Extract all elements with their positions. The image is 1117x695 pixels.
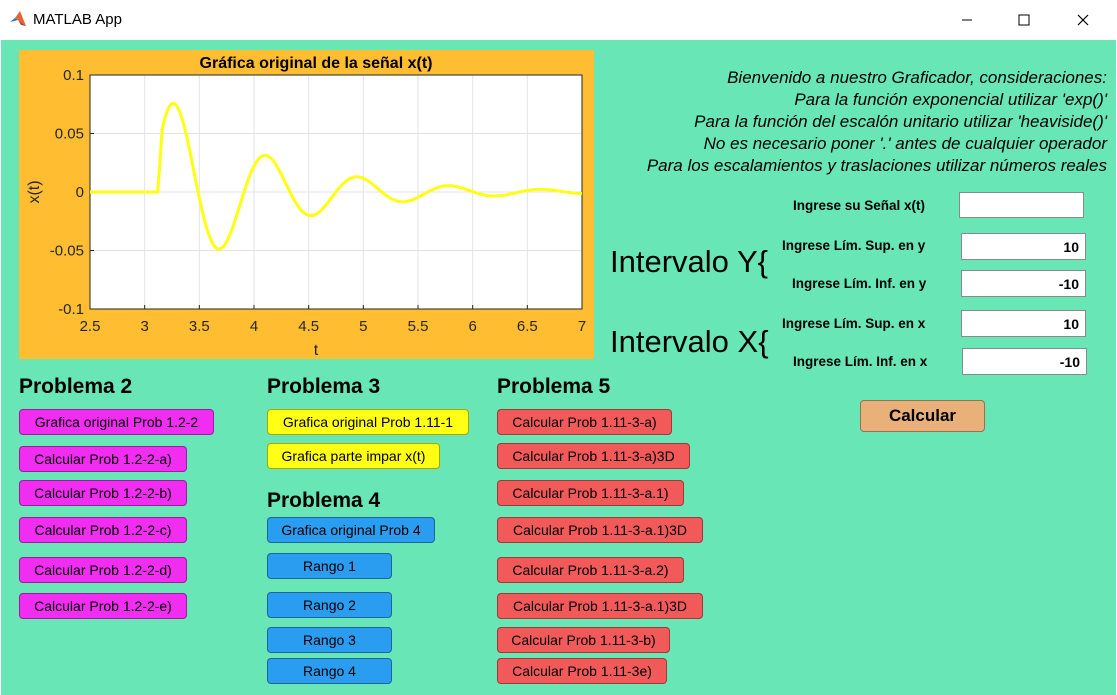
x-tick-label: 5.5 [408, 318, 429, 335]
y-inf-label: Ingrese Lím. Inf. en y [792, 276, 927, 291]
calculate-button[interactable]: Calcular [860, 400, 985, 432]
problem3-heading: Problema 3 [267, 375, 381, 398]
p5-a-3d-button[interactable]: Calcular Prob 1.11-3-a)3D [497, 443, 690, 469]
p3-original-button[interactable]: Grafica original Prob 1.11-1 [267, 409, 469, 435]
p2-original-button[interactable]: Grafica original Prob 1.2-2 [19, 409, 214, 435]
signal-input[interactable] [959, 192, 1084, 218]
p5-a2-button[interactable]: Calcular Prob 1.11-3-a.2) [497, 557, 684, 583]
p5-b-button[interactable]: Calcular Prob 1.11-3-b) [497, 627, 670, 653]
plot-title: Gráfica original de la señal x(t) [200, 55, 433, 72]
p4-range2-button[interactable]: Rango 2 [267, 592, 392, 618]
problem4-heading: Problema 4 [267, 489, 381, 512]
x-inf-input[interactable] [962, 348, 1087, 375]
p2-a-button[interactable]: Calcular Prob 1.2-2-a) [19, 446, 187, 472]
p2-e-button[interactable]: Calcular Prob 1.2-2-e) [19, 593, 187, 619]
y-inf-input[interactable] [961, 270, 1086, 297]
p4-range4-button[interactable]: Rango 4 [267, 658, 392, 684]
p5-a-button[interactable]: Calcular Prob 1.11-3-a) [497, 409, 672, 435]
p5-a1-button[interactable]: Calcular Prob 1.11-3-a.1) [497, 480, 684, 506]
x-inf-label: Ingrese Lím. Inf. en x [793, 354, 928, 369]
problem5-heading: Problema 5 [497, 375, 611, 398]
x-sup-label: Ingrese Lím. Sup. en x [782, 316, 926, 331]
y-sup-input[interactable] [961, 233, 1086, 260]
plot-ylabel: x(t) [26, 180, 43, 203]
x-tick-label: 7 [578, 318, 586, 335]
x-tick-label: 2.5 [80, 318, 101, 335]
info-line-3: Para la función del escalón unitario uti… [694, 112, 1107, 131]
y-tick-label: 0.1 [63, 67, 84, 84]
x-interval-label: Intervalo X{ [610, 324, 769, 359]
x-tick-label: 6.5 [517, 318, 538, 335]
p5-e-button[interactable]: Calcular Prob 1.11-3e) [497, 658, 667, 684]
problem2-heading: Problema 2 [19, 375, 133, 398]
y-sup-label: Ingrese Lím. Sup. en y [782, 238, 926, 253]
y-tick-label: -0.05 [50, 243, 84, 260]
p5-a1-3d-button-2[interactable]: Calcular Prob 1.11-3-a.1)3D [497, 593, 703, 619]
x-tick-label: 6 [468, 318, 476, 335]
y-tick-label: 0 [76, 184, 84, 201]
x-tick-label: 5 [359, 318, 367, 335]
info-line-5: Para los escalamientos y traslaciones ut… [646, 156, 1107, 175]
p4-range3-button[interactable]: Rango 3 [267, 627, 392, 653]
p4-range1-button[interactable]: Rango 1 [267, 553, 392, 579]
x-tick-label: 4.5 [298, 318, 319, 335]
x-tick-label: 3 [140, 318, 148, 335]
p4-original-button[interactable]: Grafica original Prob 4 [267, 517, 435, 543]
info-line-2: Para la función exponencial utilizar 'ex… [794, 90, 1107, 109]
p2-c-button[interactable]: Calcular Prob 1.2-2-c) [19, 517, 187, 543]
info-line-4: No es necesario poner '.' antes de cualq… [703, 134, 1107, 153]
y-interval-label: Intervalo Y{ [610, 244, 768, 279]
p2-d-button[interactable]: Calcular Prob 1.2-2-d) [19, 557, 187, 583]
x-sup-input[interactable] [961, 310, 1086, 337]
p5-a1-3d-button[interactable]: Calcular Prob 1.11-3-a.1)3D [497, 517, 703, 543]
y-tick-label: 0.05 [55, 126, 84, 143]
p2-b-button[interactable]: Calcular Prob 1.2-2-b) [19, 480, 187, 506]
plot-xlabel: t [314, 342, 319, 359]
p3-odd-part-button[interactable]: Grafica parte impar x(t) [267, 443, 440, 469]
y-tick-label: -0.1 [58, 301, 84, 318]
info-line-1: Bienvenido a nuestro Graficador, conside… [727, 68, 1107, 87]
signal-label: Ingrese su Señal x(t) [793, 198, 926, 213]
x-tick-label: 3.5 [189, 318, 210, 335]
x-tick-label: 4 [250, 318, 258, 335]
